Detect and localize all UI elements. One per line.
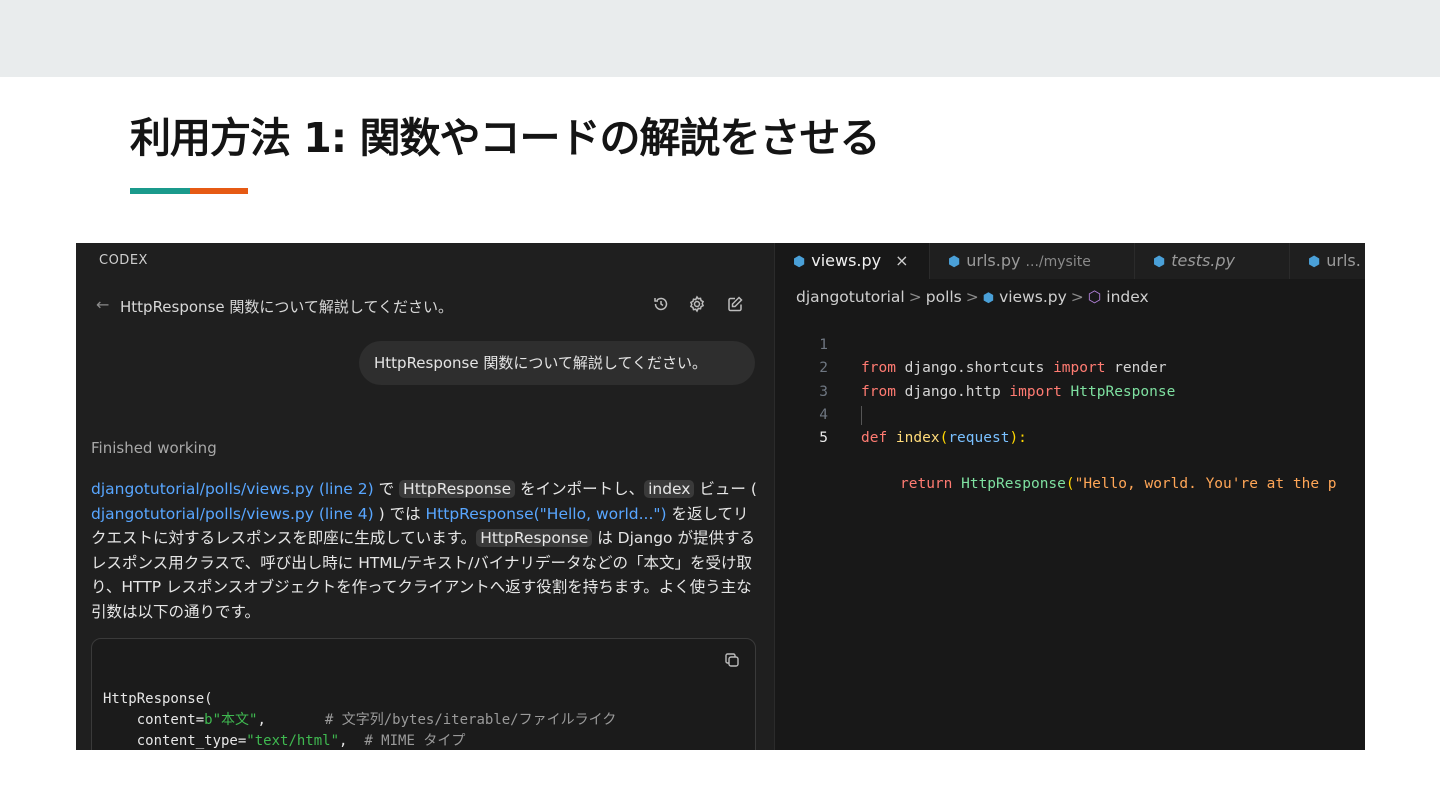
line-number: 5 [819,429,828,446]
tab-urls-py[interactable]: ⬢ urls.py .../mysite [930,243,1135,279]
embedded-screenshot: CODEX ← HttpResponse 関数について解説してください。 Htt… [76,243,1365,750]
thread-title: HttpResponse 関数について解説してください。 [120,298,454,316]
code-area[interactable]: 1 from django.shortcuts import render 2 … [775,311,1365,492]
gear-icon[interactable] [688,295,708,315]
class-name: HttpResponse [952,476,1066,493]
tab-sublabel: .../mysite [1025,254,1091,270]
code-comment: # MIME タイプ [364,733,466,749]
code-line-1: 1 from django.shortcuts import render [775,311,1365,376]
history-icon[interactable] [652,295,672,315]
answer-text: をインポートし、 [515,480,645,498]
python-file-icon: ⬢ [1308,254,1321,270]
string-literal: "Hello, world. You're at the p [1074,476,1337,493]
back-arrow-icon[interactable]: ← [96,295,109,314]
keyword: def [861,429,888,446]
breadcrumb: djangotutorial > polls > ⬢ views.py > ⬡ index [796,288,1149,306]
code-punct: , [257,712,325,728]
code-comment: # 文字列/bytes/iterable/ファイルライク [324,712,617,728]
code-block: HttpResponse( content=b"本文", # 文字列/bytes… [91,638,756,750]
tab-label: tests.py [1171,251,1236,270]
code-value: "text/html" [246,733,340,749]
assistant-answer: djangotutorial/polls/views.py (line 2) で… [91,477,759,624]
panel-label: CODEX [99,253,148,268]
tab-label: urls. [1326,251,1361,270]
code-line: HttpResponse( [103,691,213,707]
codex-panel: CODEX ← HttpResponse 関数について解説してください。 Htt… [76,243,774,750]
code-value: b"本文" [204,712,258,728]
breadcrumb-item[interactable]: views.py [999,288,1067,306]
python-file-icon: ⬢ [793,254,806,270]
inline-code: HttpResponse [476,529,593,547]
thread-header: ← HttpResponse 関数について解説してください。 [96,295,756,317]
paren: ): [1009,429,1027,446]
new-chat-icon[interactable] [726,295,746,315]
slide-title: 利用方法 1: 関数やコードの解説をさせる [130,114,880,162]
python-file-icon: ⬢ [982,291,995,306]
copy-icon[interactable] [723,651,741,669]
python-file-icon: ⬢ [948,254,961,270]
breadcrumb-item[interactable]: polls [926,288,962,306]
python-file-icon: ⬢ [1153,254,1166,270]
file-link[interactable]: djangotutorial/polls/views.py (line 4) [91,505,374,523]
answer-text: で [373,480,400,498]
close-icon[interactable]: × [895,251,908,270]
tab-label: urls.py [966,251,1021,270]
tab-urls-py-2[interactable]: ⬢ urls. [1290,243,1365,279]
code-line-4: 4 def index(request): [775,381,1365,446]
accent-bar-orange [190,188,248,194]
tab-tests-py[interactable]: ⬢ tests.py [1135,243,1290,279]
paren: ( [1065,476,1075,493]
user-message-bubble: HttpResponse 関数について解説してください。 [359,341,755,385]
function-name: index [887,429,940,446]
tab-label: views.py [811,251,882,270]
accent-bar-teal [130,188,190,194]
indent-guide [861,405,862,425]
top-band [0,0,1440,77]
code-line-5: 5 return HttpResponse("Hello, world. You… [775,404,1365,492]
code-key: content= [103,712,205,728]
code-line-2: 2 from django.http import HttpResponse [775,334,1365,399]
breadcrumb-item[interactable]: djangotutorial [796,288,905,306]
code-line-3: 3 [775,357,1365,400]
breadcrumb-separator: > [1070,288,1084,306]
answer-text: ビュー ( [694,480,757,498]
answer-text: ) では [373,504,426,523]
code-link[interactable]: HttpResponse("Hello, world...") [426,505,667,523]
breadcrumb-item[interactable]: index [1106,288,1148,306]
code-punct: , [339,733,365,749]
code-key: content_type= [103,733,247,749]
code-body: HttpResponse( content=b"本文", # 文字列/bytes… [103,689,616,750]
symbol-icon: ⬡ [1087,288,1102,306]
breadcrumb-separator: > [908,288,922,306]
tab-views-py[interactable]: ⬢ views.py × [775,243,930,279]
file-link[interactable]: djangotutorial/polls/views.py (line 2) [91,480,374,498]
parameter: request [948,429,1010,446]
breadcrumb-separator: > [965,288,979,306]
inline-code: index [644,480,695,498]
inline-code: HttpResponse [399,480,516,498]
tab-bar: ⬢ views.py × ⬢ urls.py .../mysite ⬢ tests.py… [775,243,1365,279]
status-text: Finished working [91,439,217,457]
code-editor: ⬢ views.py × ⬢ urls.py .../mysite ⬢ tests.py… [774,243,1365,750]
keyword: return [900,476,953,493]
